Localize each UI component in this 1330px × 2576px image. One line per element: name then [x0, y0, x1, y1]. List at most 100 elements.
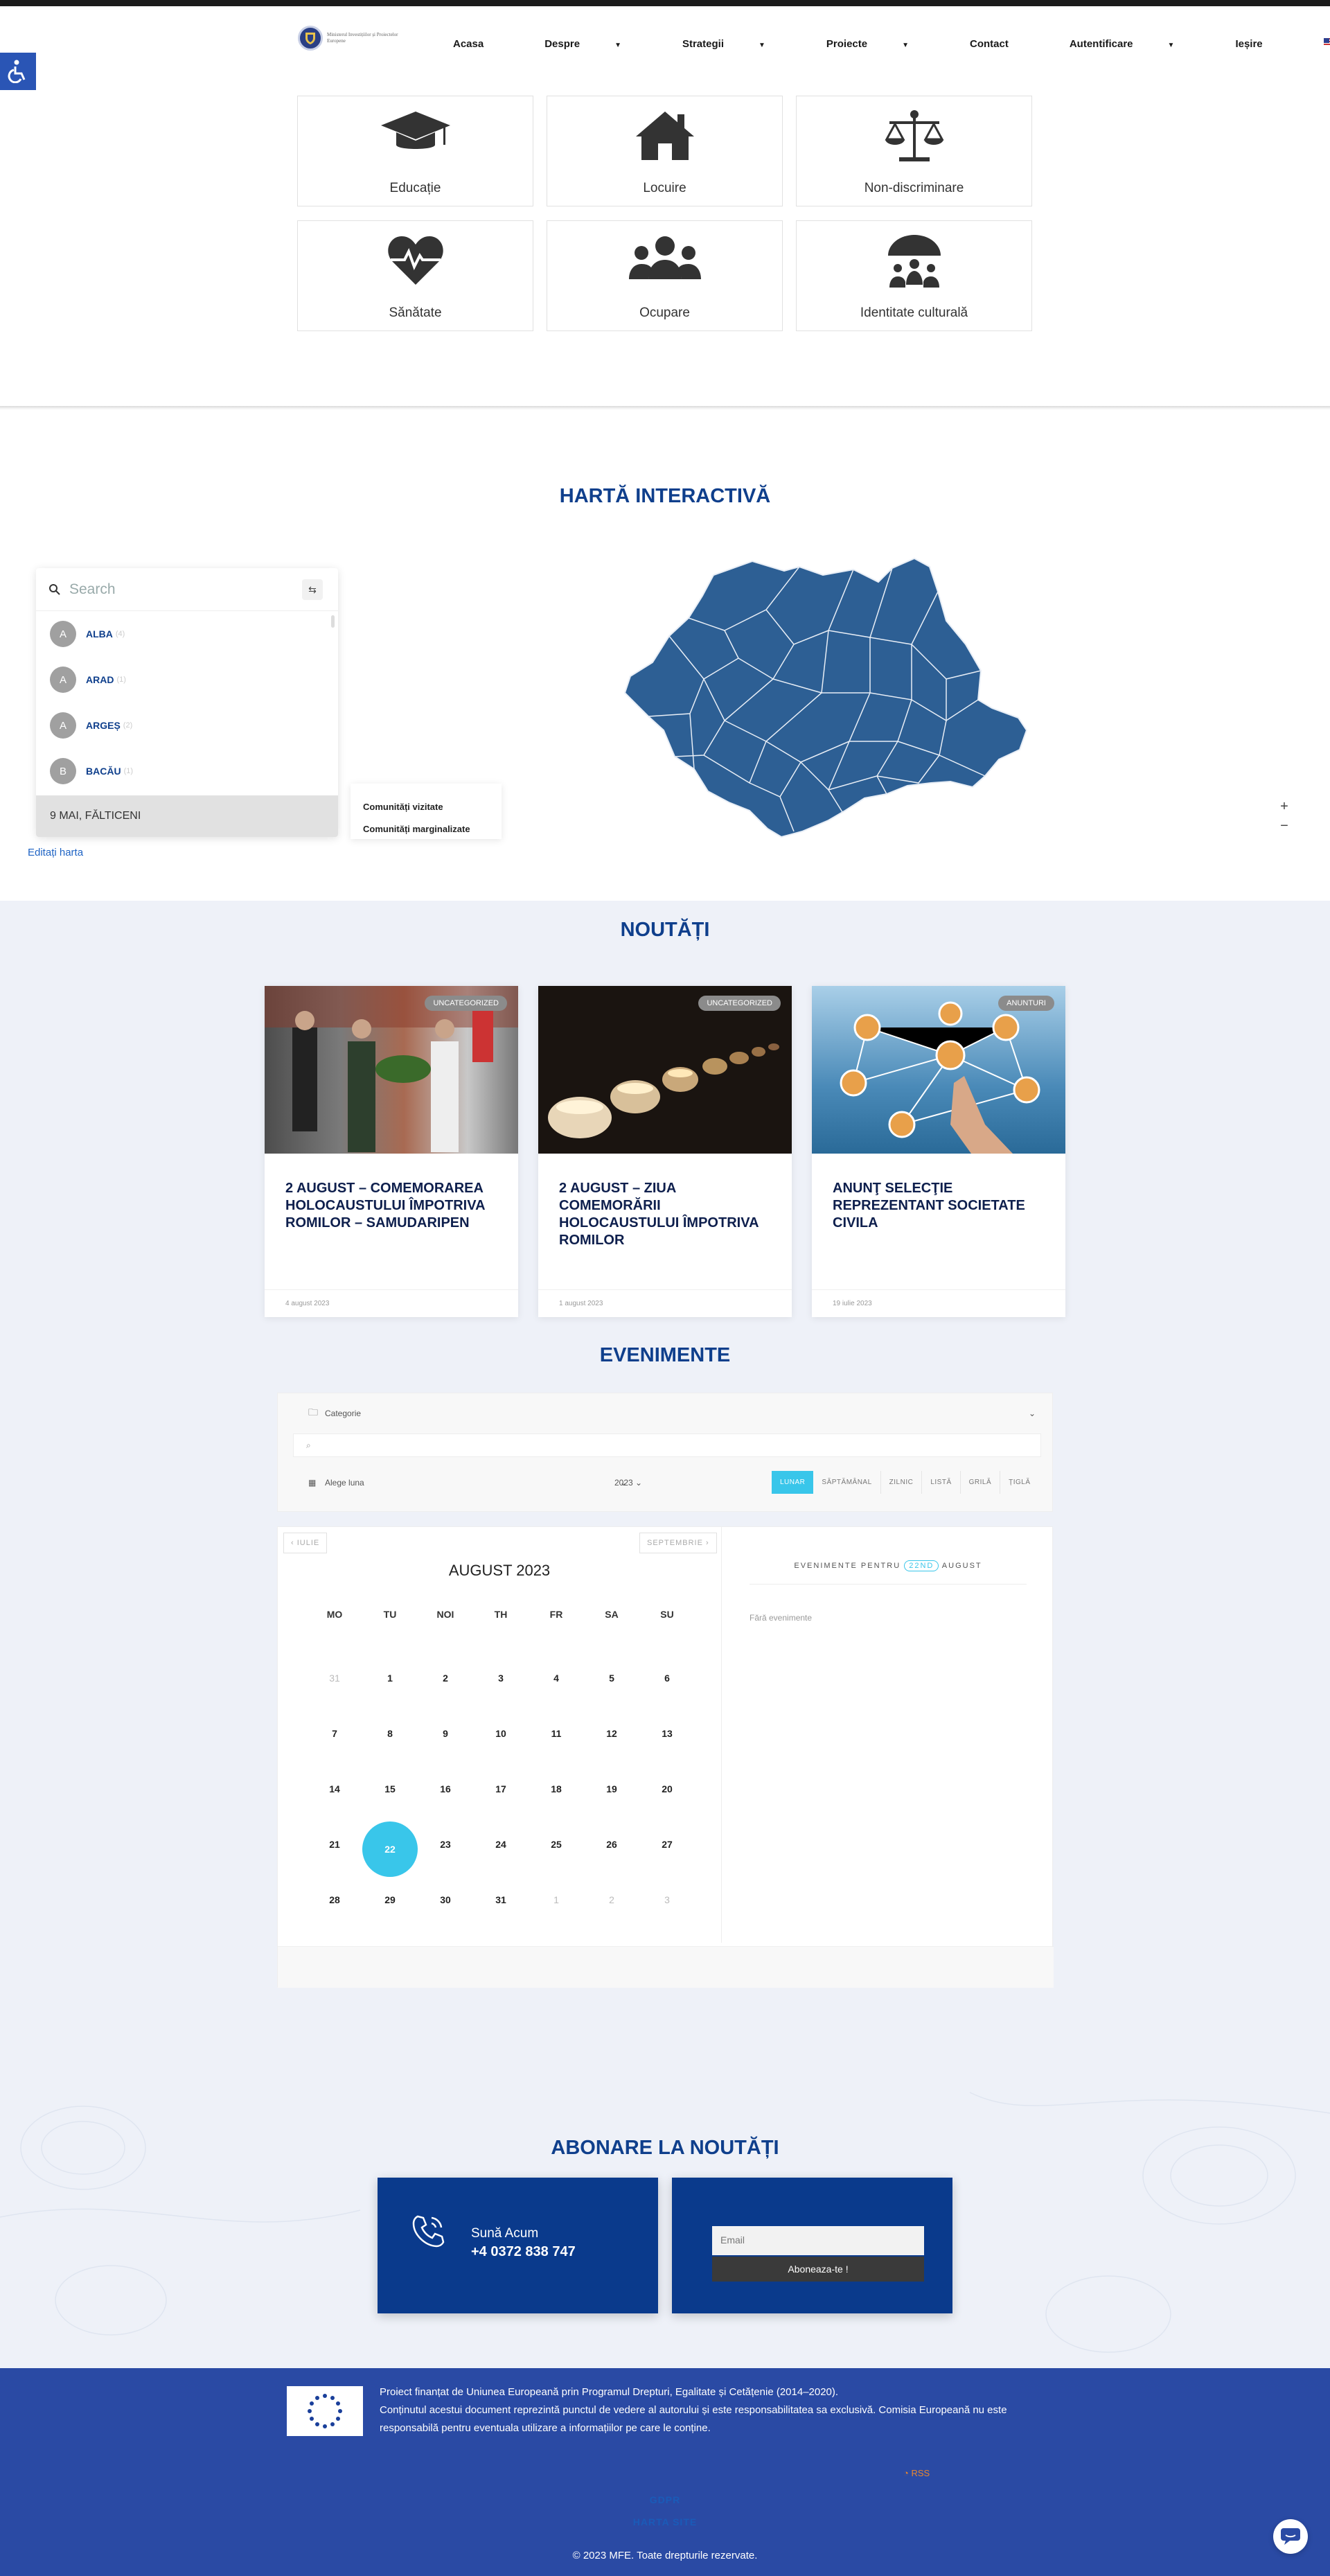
view-zilnic[interactable]: ZILNIC: [881, 1471, 923, 1494]
category-badge[interactable]: UNCATEGORIZED: [698, 996, 781, 1011]
calendar-day[interactable]: 28: [307, 1894, 362, 1905]
view-lunar[interactable]: LUNAR: [772, 1471, 814, 1494]
news-card[interactable]: UNCATEGORIZED 2 AUGUST – COMEMORAREA HOL…: [265, 986, 518, 1317]
subscribe-button[interactable]: Aboneaza-te !: [712, 2257, 924, 2282]
list-item[interactable]: A ARGEȘ (2): [36, 703, 338, 748]
calendar-day[interactable]: 15: [362, 1783, 418, 1794]
search-icon: [49, 583, 60, 595]
news-title[interactable]: ANUNŢ SELECŢIE REPREZENTANT SOCIETATE CI…: [833, 1180, 1047, 1232]
calendar-day[interactable]: 16: [418, 1783, 473, 1794]
calendar-day[interactable]: 26: [584, 1839, 639, 1850]
nav-despre[interactable]: Despre ▼: [544, 38, 652, 50]
nav-iesire[interactable]: Ieșire: [1235, 38, 1293, 50]
list-item[interactable]: B BACĂU (1): [36, 748, 338, 794]
category-sanatate[interactable]: Sănătate: [297, 220, 533, 331]
category-badge[interactable]: UNCATEGORIZED: [425, 996, 507, 1011]
category-filter[interactable]: 🗀 Categorie ⌄: [293, 1402, 1041, 1425]
calendar-day[interactable]: 24: [473, 1839, 529, 1850]
category-educatie[interactable]: Educație: [297, 96, 533, 206]
month-select[interactable]: ▦ Alege luna ⌄: [293, 1471, 632, 1494]
filter-icon[interactable]: ⇆: [302, 579, 323, 600]
calendar-day[interactable]: 27: [639, 1839, 695, 1850]
map-search[interactable]: Search ⇆: [36, 568, 338, 611]
news-title[interactable]: 2 AUGUST – COMEMORAREA HOLOCAUSTULUI ÎMP…: [285, 1180, 500, 1232]
calendar-day[interactable]: 11: [529, 1728, 584, 1739]
view-lista[interactable]: LISTĂ: [922, 1471, 961, 1494]
rss-link[interactable]: ◔ RSS: [903, 2468, 930, 2478]
legend-item[interactable]: Comunități marginalizate: [363, 818, 502, 840]
list-item[interactable]: A ALBA (4): [36, 611, 338, 657]
no-events-text: Fără evenimente: [750, 1613, 813, 1623]
nav-contact[interactable]: Contact: [970, 38, 1039, 50]
nav-autentificare[interactable]: Autentificare ▼: [1070, 38, 1205, 50]
calendar-day[interactable]: 1: [362, 1673, 418, 1684]
calendar-day[interactable]: 1: [529, 1894, 584, 1905]
category-identitate-culturala[interactable]: Identitate culturală: [796, 220, 1032, 331]
calendar-day[interactable]: 31: [307, 1673, 362, 1684]
edit-map-link[interactable]: Editați harta: [28, 847, 83, 858]
calendar-day[interactable]: 9: [418, 1728, 473, 1739]
call-box[interactable]: Sună Acum +4 0372 838 747: [378, 2178, 658, 2313]
accessibility-button[interactable]: [0, 53, 36, 90]
year-select[interactable]: 2023 ⌄: [614, 1478, 642, 1488]
next-month-button[interactable]: SEPTEMBRIE ›: [639, 1533, 717, 1553]
nav-acasa[interactable]: Acasa: [453, 38, 514, 50]
calendar-day[interactable]: 10: [473, 1728, 529, 1739]
view-grila[interactable]: GRILĂ: [961, 1471, 1001, 1494]
list-item[interactable]: A ARAD (1): [36, 657, 338, 703]
calendar-day[interactable]: 29: [362, 1894, 418, 1905]
zoom-out-button[interactable]: −: [1276, 818, 1293, 834]
calendar-day[interactable]: 18: [529, 1783, 584, 1794]
list-scrollbar[interactable]: [331, 615, 335, 628]
calendar-day[interactable]: 23: [418, 1839, 473, 1850]
zoom-in-button[interactable]: +: [1276, 798, 1293, 815]
footer-text-1: Proiect finanțat de Uniunea Europeană pr…: [380, 2386, 839, 2398]
nav-strategii[interactable]: Strategii ▼: [682, 38, 796, 50]
events-search-input[interactable]: ⌕: [293, 1433, 1041, 1457]
gdpr-link[interactable]: GDPR: [0, 2494, 1330, 2505]
sitemap-link[interactable]: HARTA SITE: [0, 2516, 1330, 2528]
map-search-input[interactable]: Search: [69, 581, 116, 598]
prev-month-button[interactable]: ‹ IULIE: [283, 1533, 328, 1553]
calendar-day[interactable]: 6: [639, 1673, 695, 1684]
news-card[interactable]: UNCATEGORIZED 2 AUGUST – ZIUA COMEMORĂRI…: [538, 986, 792, 1317]
calendar-day[interactable]: 13: [639, 1728, 695, 1739]
phone-number[interactable]: +4 0372 838 747: [471, 2244, 576, 2260]
chat-button[interactable]: [1273, 2519, 1308, 2554]
nav-proiecte[interactable]: Proiecte ▼: [826, 38, 939, 50]
calendar-day[interactable]: 7: [307, 1728, 362, 1739]
site-logo[interactable]: Ministerul Investițiilor și Proiectelor …: [298, 26, 403, 51]
legend-item[interactable]: Comunități vizitate: [363, 796, 502, 818]
chat-icon: [1281, 2528, 1300, 2545]
calendar-day[interactable]: 25: [529, 1839, 584, 1850]
view-tigla[interactable]: ȚIGLĂ: [1000, 1471, 1038, 1494]
calendar-day[interactable]: 12: [584, 1728, 639, 1739]
category-ocupare[interactable]: Ocupare: [547, 220, 783, 331]
category-non-discriminare[interactable]: Non-discriminare: [796, 96, 1032, 206]
view-saptamanal[interactable]: SĂPTĂMÂNAL: [813, 1471, 881, 1494]
calendar-day[interactable]: 2: [584, 1894, 639, 1905]
calendar-day[interactable]: 31: [473, 1894, 529, 1905]
calendar-day[interactable]: 20: [639, 1783, 695, 1794]
calendar-day[interactable]: 17: [473, 1783, 529, 1794]
us-flag-icon[interactable]: [1323, 38, 1330, 46]
calendar-day[interactable]: 19: [584, 1783, 639, 1794]
romania-map[interactable]: [621, 554, 1028, 843]
calendar-day[interactable]: 2: [418, 1673, 473, 1684]
calendar-day[interactable]: 4: [529, 1673, 584, 1684]
calendar-day[interactable]: 14: [307, 1783, 362, 1794]
calendar-day[interactable]: 30: [418, 1894, 473, 1905]
calendar-day[interactable]: 8: [362, 1728, 418, 1739]
category-locuire[interactable]: Locuire: [547, 96, 783, 206]
avatar: A: [50, 667, 76, 693]
category-badge[interactable]: ANUNTURI: [998, 996, 1054, 1011]
news-card[interactable]: ANUNTURI ANUNŢ SELECŢIE REPREZENTANT SOC…: [812, 986, 1065, 1317]
selected-location[interactable]: 9 MAI, FĂLTICENI: [36, 795, 338, 837]
calendar-day[interactable]: 3: [473, 1673, 529, 1684]
email-field[interactable]: Email: [712, 2226, 924, 2255]
calendar-day-today[interactable]: 22: [362, 1821, 418, 1877]
calendar-day[interactable]: 5: [584, 1673, 639, 1684]
calendar-day[interactable]: 21: [307, 1839, 362, 1850]
news-title[interactable]: 2 AUGUST – ZIUA COMEMORĂRII HOLOCAUSTULU…: [559, 1180, 774, 1249]
calendar-day[interactable]: 3: [639, 1894, 695, 1905]
